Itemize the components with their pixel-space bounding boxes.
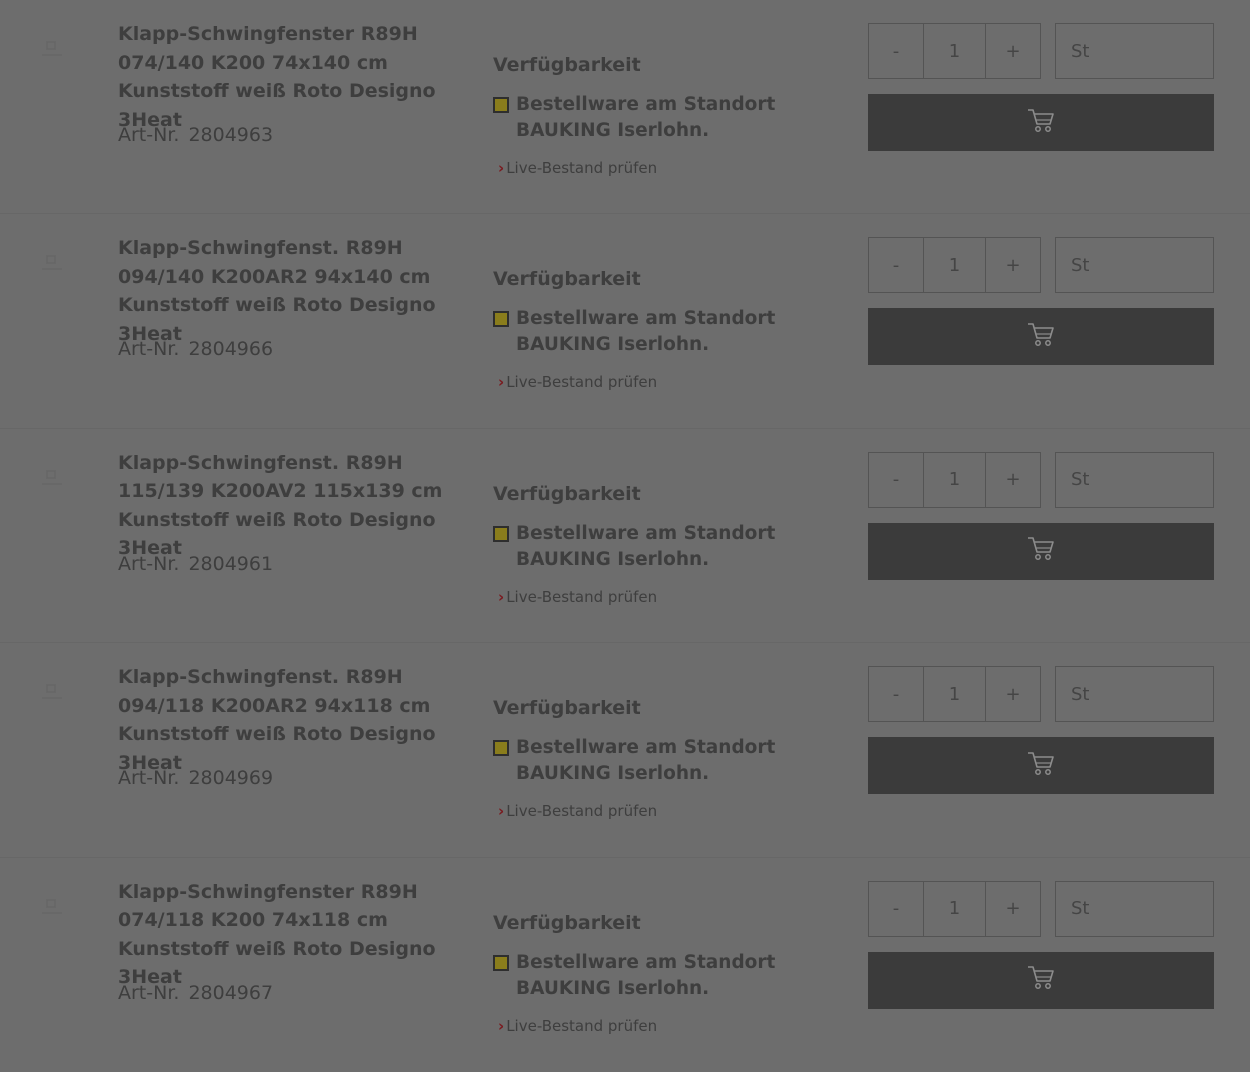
quantity-decrease-button[interactable]: - — [868, 451, 924, 508]
availability-status-icon — [493, 525, 509, 542]
chevron-right-icon: › — [498, 1016, 505, 1035]
product-row: Klapp-Schwingfenster R89H 074/118 K200 7… — [0, 858, 1250, 1072]
article-number-value: 2804961 — [188, 552, 274, 575]
quantity-input[interactable]: 1 — [924, 451, 986, 508]
article-number-label: Art-Nr. — [118, 981, 180, 1004]
quantity-input[interactable]: 1 — [924, 666, 986, 723]
chevron-right-icon: › — [498, 159, 505, 177]
unit-select[interactable]: St — [1055, 237, 1214, 294]
quantity-increase-button[interactable]: + — [986, 666, 1041, 723]
live-stock-link[interactable]: › Live-Bestand prüfen — [498, 159, 657, 177]
quantity-increase-button[interactable]: + — [986, 451, 1041, 508]
chevron-right-icon: › — [498, 802, 505, 821]
image-placeholder-icon[interactable] — [38, 896, 66, 918]
live-stock-link-label: Live-Bestand prüfen — [506, 587, 658, 606]
chevron-right-icon: › — [498, 587, 505, 606]
add-to-cart-button[interactable] — [868, 737, 1214, 795]
unit-select[interactable]: St — [1055, 23, 1214, 79]
live-stock-link-label: Live-Bestand prüfen — [506, 373, 658, 392]
live-stock-link-label: Live-Bestand prüfen — [506, 802, 658, 821]
product-row: Klapp-Schwingfenst. R89H 115/139 K200AV2… — [0, 429, 1250, 644]
unit-select[interactable]: St — [1055, 880, 1214, 937]
quantity-input[interactable]: 1 — [924, 23, 986, 79]
quantity-stepper: - 1 + — [868, 451, 1041, 508]
article-number: Art-Nr. 2804967 — [118, 982, 273, 1004]
add-to-cart-button[interactable] — [868, 522, 1214, 580]
product-row: Klapp-Schwingfenst. R89H 094/140 K200AR2… — [0, 214, 1250, 429]
quantity-increase-button[interactable]: + — [986, 23, 1041, 79]
unit-select[interactable]: St — [1055, 666, 1214, 723]
product-title[interactable]: Klapp-Schwingfenst. R89H 094/118 K200AR2… — [118, 663, 470, 777]
product-title[interactable]: Klapp-Schwingfenster R89H 074/140 K200 7… — [118, 20, 470, 134]
quantity-increase-button[interactable]: + — [986, 880, 1041, 937]
product-row: Klapp-Schwingfenster R89H 074/140 K200 7… — [0, 0, 1250, 215]
article-number-label: Art-Nr. — [118, 124, 180, 146]
availability-status: Bestellware am Standort BAUKING Iserlohn… — [516, 308, 776, 356]
availability-status-icon — [493, 311, 509, 328]
add-to-cart-button[interactable] — [868, 951, 1214, 1009]
product-list: Klapp-Schwingfenster R89H 074/140 K200 7… — [0, 0, 1250, 1072]
article-number-value: 2804969 — [188, 767, 274, 790]
article-number-label: Art-Nr. — [118, 338, 180, 361]
availability-title: Verfügbarkeit — [493, 54, 641, 76]
availability-status: Bestellware am Standort BAUKING Iserlohn… — [516, 94, 776, 141]
availability-status: Bestellware am Standort BAUKING Iserlohn… — [516, 951, 776, 999]
product-title[interactable]: Klapp-Schwingfenster R89H 074/118 K200 7… — [118, 878, 470, 992]
availability-status-icon — [493, 954, 509, 971]
live-stock-link[interactable]: › Live-Bestand prüfen — [498, 802, 657, 820]
chevron-right-icon: › — [498, 373, 505, 392]
article-number: Art-Nr. 2804969 — [118, 767, 273, 789]
quantity-stepper: - 1 + — [868, 880, 1041, 937]
quantity-input[interactable]: 1 — [924, 237, 986, 294]
quantity-decrease-button[interactable]: - — [868, 237, 924, 294]
quantity-stepper: - 1 + — [868, 237, 1041, 294]
unit-select[interactable]: St — [1055, 451, 1214, 508]
image-placeholder-icon[interactable] — [38, 252, 66, 274]
quantity-stepper: - 1 + — [868, 23, 1041, 79]
live-stock-link-label: Live-Bestand prüfen — [506, 1016, 658, 1035]
live-stock-link[interactable]: › Live-Bestand prüfen — [498, 588, 657, 606]
availability-status: Bestellware am Standort BAUKING Iserlohn… — [516, 522, 776, 570]
availability-status-icon — [493, 97, 509, 113]
article-number-label: Art-Nr. — [118, 767, 180, 790]
availability-status-icon — [493, 740, 509, 757]
article-number: Art-Nr. 2804961 — [118, 553, 273, 575]
image-placeholder-icon[interactable] — [38, 467, 66, 489]
live-stock-link[interactable]: › Live-Bestand prüfen — [498, 1017, 657, 1035]
live-stock-link[interactable]: › Live-Bestand prüfen — [498, 373, 657, 391]
image-placeholder-icon[interactable] — [38, 38, 66, 60]
cart-icon — [1026, 321, 1056, 353]
add-to-cart-button[interactable] — [868, 308, 1214, 366]
cart-icon — [1026, 107, 1056, 139]
quantity-increase-button[interactable]: + — [986, 237, 1041, 294]
quantity-stepper: - 1 + — [868, 666, 1041, 723]
article-number-value: 2804967 — [188, 981, 274, 1004]
availability-title: Verfügbarkeit — [493, 697, 641, 720]
cart-icon — [1026, 964, 1056, 996]
image-placeholder-icon[interactable] — [38, 681, 66, 703]
live-stock-link-label: Live-Bestand prüfen — [506, 159, 658, 177]
add-to-cart-button[interactable] — [868, 94, 1214, 151]
cart-icon — [1026, 535, 1056, 567]
quantity-input[interactable]: 1 — [924, 880, 986, 937]
quantity-decrease-button[interactable]: - — [868, 880, 924, 937]
article-number-label: Art-Nr. — [118, 552, 180, 575]
product-title[interactable]: Klapp-Schwingfenst. R89H 115/139 K200AV2… — [118, 449, 470, 563]
availability-status: Bestellware am Standort BAUKING Iserlohn… — [516, 737, 776, 785]
quantity-decrease-button[interactable]: - — [868, 666, 924, 723]
article-number: Art-Nr. 2804966 — [118, 338, 273, 360]
article-number: Art-Nr. 2804963 — [118, 124, 273, 146]
cart-icon — [1026, 750, 1056, 782]
availability-title: Verfügbarkeit — [493, 268, 641, 291]
article-number-value: 2804966 — [188, 338, 274, 361]
product-title[interactable]: Klapp-Schwingfenst. R89H 094/140 K200AR2… — [118, 234, 470, 348]
article-number-value: 2804963 — [188, 124, 274, 146]
quantity-decrease-button[interactable]: - — [868, 23, 924, 79]
availability-title: Verfügbarkeit — [493, 482, 641, 505]
availability-title: Verfügbarkeit — [493, 911, 641, 934]
product-row: Klapp-Schwingfenst. R89H 094/118 K200AR2… — [0, 643, 1250, 858]
